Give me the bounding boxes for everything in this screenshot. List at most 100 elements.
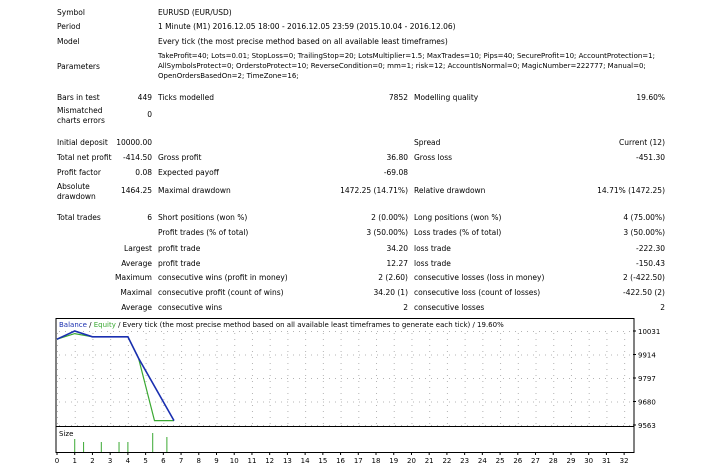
grid-dot <box>269 363 271 364</box>
grid-dot <box>461 378 462 379</box>
grid-dot <box>570 393 572 394</box>
grid-dot <box>497 378 498 379</box>
grid-dot <box>389 378 390 379</box>
grid-dot <box>110 393 112 394</box>
grid-dot <box>131 331 132 332</box>
grid-dot <box>606 333 608 334</box>
grid-dot <box>293 425 294 426</box>
grid-dot <box>624 423 626 424</box>
grid-dot <box>198 351 200 352</box>
grid-dot <box>239 354 240 356</box>
grid-dot <box>446 423 448 424</box>
grid-dot <box>383 331 384 332</box>
grid-dot <box>287 331 288 332</box>
grid-dot <box>359 331 360 332</box>
grid-dot <box>464 369 466 370</box>
grid-dot <box>413 331 414 332</box>
grid-dot <box>401 331 402 332</box>
grid-dot <box>575 354 576 356</box>
grid-dot <box>353 401 354 403</box>
grid-dot <box>145 417 147 418</box>
grid-dot <box>163 405 165 406</box>
grid-dot <box>287 378 288 379</box>
grid-dot <box>517 369 519 370</box>
grid-dot <box>407 354 408 356</box>
grid-dot <box>517 405 519 406</box>
grid-dot <box>305 345 307 346</box>
grid-dot <box>293 401 294 403</box>
grid-dot <box>611 401 612 403</box>
grid-dot <box>198 363 200 364</box>
grid-dot <box>411 369 413 370</box>
grid-dot <box>575 401 576 403</box>
grid-dot <box>317 331 318 332</box>
grid-dot <box>322 357 324 358</box>
grid-dot <box>376 369 378 370</box>
grid-dot <box>455 331 456 332</box>
grid-dot <box>376 399 378 400</box>
grid-dot <box>503 378 504 379</box>
grid-dot <box>89 425 90 426</box>
grid-dot <box>119 378 120 379</box>
grid-dot <box>233 425 234 426</box>
grid-dot <box>127 393 129 394</box>
grid-dot <box>269 381 271 382</box>
grid-dot <box>517 339 519 340</box>
grid-dot <box>181 333 183 334</box>
grid-dot <box>127 333 129 334</box>
grid-dot <box>473 425 474 426</box>
grid-dot <box>503 331 504 332</box>
grid-dot <box>216 375 218 376</box>
grid-dot <box>347 354 348 356</box>
grid-dot <box>624 405 626 406</box>
x-tick-label: 21 <box>425 457 434 465</box>
grid-dot <box>581 425 582 426</box>
grid-dot <box>127 363 129 364</box>
grid-dot <box>59 354 60 356</box>
grid-dot <box>275 425 276 426</box>
grid-dot <box>587 378 588 379</box>
grid-dot <box>482 351 484 352</box>
grid-dot <box>623 331 624 332</box>
grid-dot <box>629 354 630 356</box>
grid-dot <box>340 417 342 418</box>
grid-dot <box>145 405 147 406</box>
grid-dot <box>376 351 378 352</box>
grid-dot <box>539 378 540 379</box>
grid-dot <box>588 411 590 412</box>
grid-dot <box>377 354 378 356</box>
grid-dot <box>198 333 200 334</box>
grid-dot <box>623 425 624 426</box>
size-label: Size <box>59 430 73 438</box>
grid-dot <box>473 354 474 356</box>
grid-dot <box>570 351 572 352</box>
grid-dot <box>77 354 78 356</box>
grid-dot <box>500 357 502 358</box>
grid-dot <box>376 339 378 340</box>
grid-dot <box>181 345 183 346</box>
grid-dot <box>215 354 216 356</box>
grid-dot <box>227 378 228 379</box>
grid-dot <box>275 378 276 379</box>
grid-dot <box>570 375 572 376</box>
grid-dot <box>570 417 572 418</box>
grid-dot <box>393 411 395 412</box>
grid-dot <box>293 354 294 356</box>
grid-dot <box>491 378 492 379</box>
grid-dot <box>92 375 94 376</box>
grid-dot <box>65 331 66 332</box>
grid-dot <box>358 381 360 382</box>
grid-dot <box>419 401 420 403</box>
grid-dot <box>624 345 626 346</box>
grid-dot <box>413 354 414 356</box>
grid-dot <box>551 401 552 403</box>
grid-dot <box>203 331 204 332</box>
x-tick-label: 7 <box>179 457 183 465</box>
grid-dot <box>251 423 253 424</box>
grid-dot <box>110 333 112 334</box>
grid-dot <box>553 375 555 376</box>
grid-dot <box>95 354 96 356</box>
grid-dot <box>557 401 558 403</box>
grid-dot <box>437 354 438 356</box>
grid-dot <box>569 378 570 379</box>
